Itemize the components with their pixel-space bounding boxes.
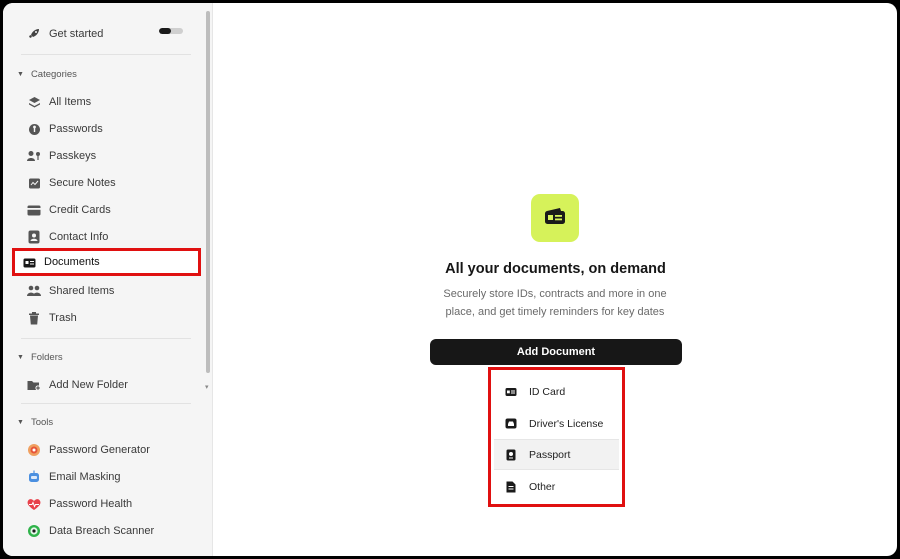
folder-add-icon <box>27 378 41 392</box>
sidebar-item-label: All Items <box>49 96 92 108</box>
menu-item-id-card[interactable]: ID Card <box>494 376 619 407</box>
add-document-button[interactable]: Add Document <box>430 339 682 365</box>
sidebar-item-password-health[interactable]: Password Health <box>17 492 197 516</box>
add-new-folder-item[interactable]: Add New Folder <box>17 373 197 397</box>
sidebar-item-label: Email Masking <box>49 471 121 483</box>
get-started-item[interactable]: Get started <box>17 22 197 46</box>
add-folder-label: Add New Folder <box>49 379 128 391</box>
key-circle-icon <box>27 122 41 136</box>
document-type-menu: ID Card Driver's License Passport Other <box>488 367 625 507</box>
sidebar-item-label: Credit Cards <box>49 204 111 216</box>
sidebar-item-label: Password Generator <box>49 444 150 456</box>
file-icon <box>505 481 517 493</box>
scanner-icon <box>27 524 41 538</box>
folders-header[interactable]: ▼ Folders <box>17 350 63 364</box>
tools-header[interactable]: ▼ Tools <box>17 415 53 429</box>
sidebar-item-label: Passkeys <box>49 150 97 162</box>
passkey-icon <box>27 149 41 163</box>
sidebar-item-data-breach-scanner[interactable]: Data Breach Scanner <box>17 519 197 543</box>
id-card-icon <box>544 207 566 230</box>
sidebar-item-label: Data Breach Scanner <box>49 525 155 537</box>
sidebar-item-shared-items[interactable]: Shared Items <box>17 279 197 303</box>
id-card-icon <box>505 386 517 398</box>
categories-header[interactable]: ▼ Categories <box>17 67 77 81</box>
menu-item-label: Driver's License <box>529 417 604 430</box>
sidebar-item-label: Contact Info <box>49 231 109 243</box>
trash-icon <box>27 311 41 325</box>
generator-icon <box>27 443 41 457</box>
menu-item-label: Passport <box>529 448 571 461</box>
sidebar-item-credit-cards[interactable]: Credit Cards <box>17 198 197 222</box>
sidebar-item-secure-notes[interactable]: Secure Notes <box>17 171 197 195</box>
empty-state-title: All your documents, on demand <box>445 261 666 277</box>
id-card-icon <box>22 255 36 269</box>
credit-card-icon <box>27 203 41 217</box>
sidebar-item-passkeys[interactable]: Passkeys <box>17 144 197 168</box>
sidebar-item-passwords[interactable]: Passwords <box>17 117 197 141</box>
sidebar-item-label: Passwords <box>49 123 103 135</box>
progress-toggle[interactable] <box>159 28 183 34</box>
get-started-label: Get started <box>49 28 104 40</box>
robot-icon <box>27 470 41 484</box>
sidebar-item-documents[interactable]: Documents <box>12 248 201 276</box>
heart-icon <box>27 497 41 511</box>
menu-item-passport[interactable]: Passport <box>494 439 619 470</box>
sidebar-item-password-generator[interactable]: Password Generator <box>17 438 197 462</box>
sidebar-item-contact-info[interactable]: Contact Info <box>17 225 197 249</box>
menu-item-label: ID Card <box>529 385 566 398</box>
shared-icon <box>27 284 41 298</box>
main-content: All your documents, on demand Securely s… <box>214 3 897 556</box>
sidebar-item-label: Shared Items <box>49 285 115 297</box>
sidebar-item-label: Documents <box>44 256 100 268</box>
empty-state-subtitle: Securely store IDs, contracts and more i… <box>443 288 667 318</box>
layers-icon <box>27 95 41 109</box>
rocket-icon <box>27 27 41 41</box>
sidebar-item-email-masking[interactable]: Email Masking <box>17 465 197 489</box>
sidebar: Get started ▼ Categories All Items Passwo… <box>3 3 213 556</box>
sidebar-item-label: Trash <box>49 312 77 324</box>
menu-item-drivers-license[interactable]: Driver's License <box>494 408 619 439</box>
documents-badge <box>531 194 579 242</box>
scroll-down-arrow-icon[interactable]: ▾ <box>205 383 209 391</box>
menu-item-label: Other <box>529 480 556 493</box>
menu-item-other[interactable]: Other <box>494 471 619 502</box>
app-window: Get started ▼ Categories All Items Passwo… <box>3 3 897 556</box>
car-icon <box>505 418 517 430</box>
sidebar-item-trash[interactable]: Trash <box>17 306 197 330</box>
sidebar-scrollbar[interactable] <box>206 11 210 373</box>
note-icon <box>27 176 41 190</box>
sidebar-item-label: Secure Notes <box>49 177 116 189</box>
contact-icon <box>27 230 41 244</box>
sidebar-item-label: Password Health <box>49 498 133 510</box>
passport-icon <box>505 449 517 461</box>
sidebar-item-all-items[interactable]: All Items <box>17 90 197 114</box>
